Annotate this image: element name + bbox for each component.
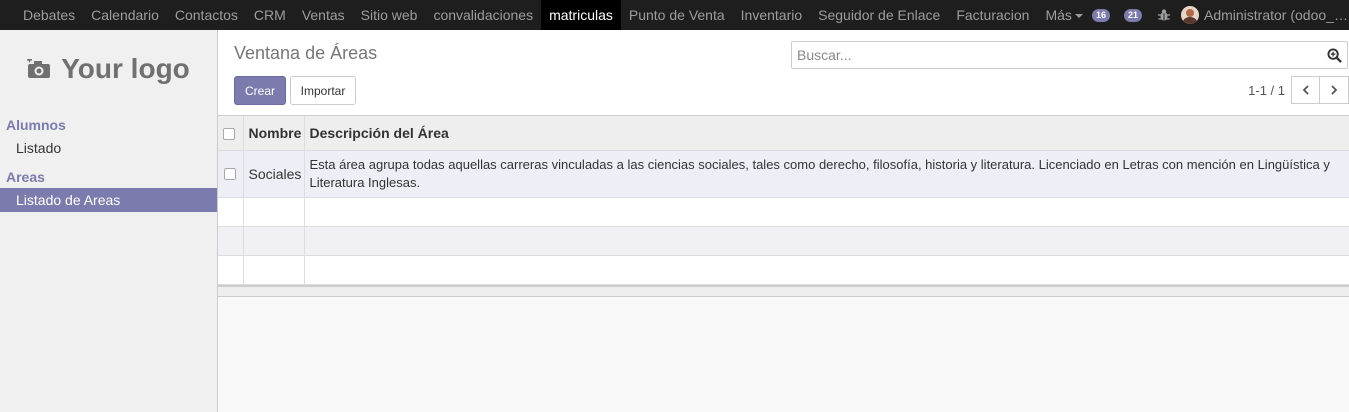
messaging-menu[interactable]: 16 xyxy=(1091,8,1110,22)
camera-icon xyxy=(27,59,51,78)
search-input[interactable] xyxy=(792,42,1292,68)
sidebar-item-listado-de-areas[interactable]: Listado de Areas xyxy=(0,188,217,212)
table-footer xyxy=(218,284,1349,297)
sidebar-item-listado[interactable]: Listado xyxy=(0,136,217,160)
chat-menu[interactable]: 21 xyxy=(1123,8,1142,22)
systray: 16 21 Administrator (odoo_te... xyxy=(1085,0,1349,30)
table-row[interactable]: Sociales Esta área agrupa todas aquellas… xyxy=(218,150,1349,198)
company-logo[interactable]: Your logo xyxy=(0,30,217,108)
menu-item-crm[interactable]: CRM xyxy=(246,0,294,30)
menu-item-contactos[interactable]: Contactos xyxy=(167,0,246,30)
page-title: Ventana de Áreas xyxy=(234,43,378,63)
chevron-left-icon xyxy=(1302,85,1309,95)
empty-row xyxy=(218,197,1349,227)
menu-item-mas-label: Más xyxy=(1045,7,1072,23)
menu-item-punto-de-venta[interactable]: Punto de Venta xyxy=(621,0,733,30)
user-menu[interactable]: Administrator (odoo_te... xyxy=(1181,6,1349,24)
messages-badge: 16 xyxy=(1091,8,1110,22)
menu-item-ventas[interactable]: Ventas xyxy=(294,0,353,30)
select-all-checkbox[interactable] xyxy=(223,128,235,141)
caret-down-icon xyxy=(1074,14,1083,19)
column-header-nombre[interactable]: Nombre xyxy=(242,116,304,151)
cell-nombre[interactable]: Sociales xyxy=(242,150,304,198)
user-name: Administrator (odoo_te... xyxy=(1204,7,1349,23)
menu-item-mas[interactable]: Más xyxy=(1037,0,1090,30)
empty-row xyxy=(218,255,1349,285)
pager-value[interactable]: 1-1 / 1 xyxy=(1248,83,1285,98)
select-all-cell xyxy=(218,116,243,151)
cell-descripcion[interactable]: Esta área agrupa todas aquellas carreras… xyxy=(303,150,1349,198)
list-table: Nombre Descripción del Área Sociales Est… xyxy=(218,116,1349,285)
table-header: Nombre Descripción del Área xyxy=(218,116,1349,151)
chat-badge: 21 xyxy=(1123,8,1142,22)
sidebar: Your logo Alumnos Listado Areas Listado … xyxy=(0,30,218,412)
main-content: Ventana de Áreas Crear Importar 1-1 / 1 xyxy=(218,30,1349,412)
row-select-cell xyxy=(218,150,243,198)
menu-item-convalidaciones[interactable]: convalidaciones xyxy=(425,0,541,30)
row-checkbox[interactable] xyxy=(224,168,237,181)
avatar xyxy=(1181,6,1199,24)
menu-item-seguidor-de-enlace[interactable]: Seguidor de Enlace xyxy=(810,0,948,30)
logo-text: Your logo xyxy=(61,53,190,84)
import-button[interactable]: Importar xyxy=(290,76,356,105)
sidebar-section-alumnos: Alumnos xyxy=(6,117,66,133)
sidebar-section-areas: Areas xyxy=(6,169,45,185)
pager: 1-1 / 1 xyxy=(1248,76,1349,104)
control-panel: Ventana de Áreas Crear Importar 1-1 / 1 xyxy=(218,30,1349,116)
menu-item-calendario[interactable]: Calendario xyxy=(83,0,167,30)
pager-next-button[interactable] xyxy=(1320,76,1349,104)
search-icon[interactable] xyxy=(1327,48,1342,63)
top-navbar: Debates Calendario Contactos CRM Ventas … xyxy=(0,0,1349,30)
menu-item-sitio-web[interactable]: Sitio web xyxy=(353,0,426,30)
empty-row xyxy=(218,226,1349,256)
menu-item-facturacion[interactable]: Facturacion xyxy=(948,0,1037,30)
pager-previous-button[interactable] xyxy=(1291,76,1320,104)
bug-icon[interactable] xyxy=(1157,8,1171,22)
column-header-descripcion[interactable]: Descripción del Área xyxy=(303,116,1349,151)
create-button[interactable]: Crear xyxy=(234,76,286,105)
menu-item-inventario[interactable]: Inventario xyxy=(733,0,810,30)
chevron-right-icon xyxy=(1331,85,1338,95)
search-box xyxy=(791,41,1348,69)
app-menu: Debates Calendario Contactos CRM Ventas … xyxy=(0,0,1091,30)
menu-item-debates[interactable]: Debates xyxy=(15,0,83,30)
menu-item-matriculas[interactable]: matriculas xyxy=(541,0,621,30)
